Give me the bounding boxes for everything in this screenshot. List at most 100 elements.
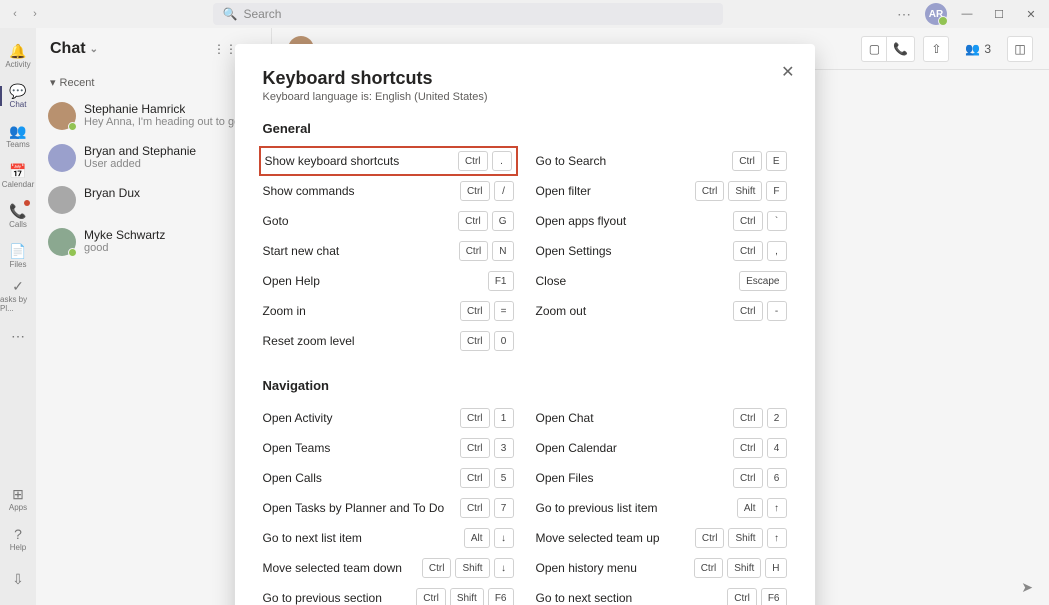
shortcut-row: Open Calls Ctrl5 <box>263 463 514 493</box>
keyboard-key: 7 <box>494 498 514 518</box>
keyboard-key: Shift <box>450 588 484 605</box>
keyboard-key: 4 <box>767 438 787 458</box>
shortcut-keys: Escape <box>739 271 786 291</box>
keyboard-key: G <box>492 211 514 231</box>
shortcut-row: Open ActivityCtrl1 <box>263 403 514 433</box>
keyboard-key: 3 <box>494 438 514 458</box>
shortcut-label: Open Tasks by Planner and To Do <box>263 501 445 515</box>
shortcut-row: Show commands Ctrl/ <box>263 176 514 206</box>
shortcut-row: CloseEscape <box>536 266 787 296</box>
keyboard-key: Ctrl <box>733 301 763 321</box>
keyboard-key: ↓ <box>494 558 514 578</box>
keyboard-key: F6 <box>488 588 514 605</box>
keyboard-key: F6 <box>761 588 787 605</box>
keyboard-key: Ctrl <box>422 558 452 578</box>
shortcut-row: Open Settings Ctrl, <box>536 236 787 266</box>
keyboard-key: Shift <box>727 558 761 578</box>
shortcut-row: Go to next list item Alt↓ <box>263 523 514 553</box>
shortcut-keys: CtrlF6 <box>727 588 786 605</box>
shortcut-keys: CtrlN <box>459 241 514 261</box>
keyboard-key: 6 <box>767 468 787 488</box>
keyboard-key: Shift <box>455 558 489 578</box>
keyboard-key: Ctrl <box>460 468 490 488</box>
keyboard-key: Escape <box>739 271 786 291</box>
shortcut-row: Open filterCtrlShiftF <box>536 176 787 206</box>
shortcut-keys: Ctrl0 <box>460 331 514 351</box>
shortcut-label: Go to Search <box>536 154 607 168</box>
keyboard-key: Alt <box>737 498 763 518</box>
modal-overlay: ✕ Keyboard shortcuts Keyboard language i… <box>0 0 1049 605</box>
shortcut-row: Go to Search CtrlE <box>536 146 787 176</box>
keyboard-key: Ctrl <box>733 211 763 231</box>
keyboard-key: Alt <box>464 528 490 548</box>
shortcut-row: Go to previous list item Alt↑ <box>536 493 787 523</box>
shortcut-label: Open Chat <box>536 411 594 425</box>
shortcut-row: Move selected team down CtrlShift↓ <box>263 553 514 583</box>
keyboard-key: / <box>494 181 514 201</box>
keyboard-key: N <box>492 241 513 261</box>
shortcut-label: Go to next list item <box>263 531 362 545</box>
shortcut-label: Zoom out <box>536 304 587 318</box>
shortcut-row: Show keyboard shortcuts Ctrl. <box>259 146 518 176</box>
shortcut-label: Open Help <box>263 274 320 288</box>
shortcut-keys: CtrlShiftF <box>695 181 787 201</box>
shortcut-row: Open HelpF1 <box>263 266 514 296</box>
shortcut-label: Go to previous section <box>263 591 382 605</box>
shortcut-label: Move selected team down <box>263 561 402 575</box>
shortcut-label: Start new chat <box>263 244 340 258</box>
keyboard-key: Ctrl <box>460 498 490 518</box>
shortcut-label: Show keyboard shortcuts <box>265 154 400 168</box>
keyboard-key: 5 <box>494 468 514 488</box>
shortcut-label: Open Settings <box>536 244 612 258</box>
shortcut-label: Open Files <box>536 471 594 485</box>
keyboard-key: Ctrl <box>460 181 490 201</box>
keyboard-key: Shift <box>728 181 762 201</box>
shortcut-label: Open Calls <box>263 471 322 485</box>
shortcut-keys: CtrlE <box>732 151 786 171</box>
shortcut-label: Open Calendar <box>536 441 617 455</box>
keyboard-key: . <box>492 151 512 171</box>
shortcut-keys: CtrlShiftH <box>694 558 787 578</box>
keyboard-key: Ctrl <box>460 301 490 321</box>
shortcut-label: Go to previous list item <box>536 501 658 515</box>
shortcut-label: Zoom in <box>263 304 306 318</box>
keyboard-key: Ctrl <box>733 408 763 428</box>
shortcut-label: Open Activity <box>263 411 333 425</box>
shortcut-row: Open Chat Ctrl2 <box>536 403 787 433</box>
keyboard-key: Ctrl <box>460 438 490 458</box>
shortcut-keys: Ctrl4 <box>733 438 787 458</box>
shortcut-keys: Ctrl5 <box>460 468 514 488</box>
keyboard-key: Ctrl <box>460 331 490 351</box>
shortcut-keys: Alt↓ <box>464 528 514 548</box>
keyboard-key: ` <box>767 211 787 231</box>
shortcut-label: Goto <box>263 214 289 228</box>
shortcut-row: Open Tasks by Planner and To Do Ctrl7 <box>263 493 514 523</box>
shortcut-keys: CtrlShift↑ <box>695 528 787 548</box>
keyboard-key: , <box>767 241 787 261</box>
shortcut-row: Goto CtrlG <box>263 206 514 236</box>
keyboard-key: Ctrl <box>458 211 488 231</box>
shortcut-keys: CtrlShift↓ <box>422 558 514 578</box>
shortcut-keys: Ctrl, <box>733 241 787 261</box>
shortcut-label: Show commands <box>263 184 355 198</box>
keyboard-key: = <box>494 301 514 321</box>
modal-subtitle: Keyboard language is: English (United St… <box>263 91 787 103</box>
keyboard-key: Ctrl <box>732 151 762 171</box>
shortcut-row: Zoom in Ctrl= <box>263 296 514 326</box>
keyboard-key: 0 <box>494 331 514 351</box>
shortcut-label: Go to next section <box>536 591 633 605</box>
keyboard-key: - <box>767 301 787 321</box>
shortcut-row: Open Teams Ctrl3 <box>263 433 514 463</box>
shortcut-label: Open Teams <box>263 441 331 455</box>
keyboard-key: 2 <box>767 408 787 428</box>
keyboard-key: Ctrl <box>460 408 490 428</box>
keyboard-key: Ctrl <box>733 438 763 458</box>
shortcut-label: Open history menu <box>536 561 637 575</box>
keyboard-key: Ctrl <box>458 151 488 171</box>
shortcut-row: Open FilesCtrl6 <box>536 463 787 493</box>
keyboard-key: Ctrl <box>694 558 724 578</box>
keyboard-key: F <box>766 181 786 201</box>
shortcut-keys: Ctrl- <box>733 301 787 321</box>
modal-close-button[interactable]: ✕ <box>781 62 794 82</box>
keyboard-key: ↑ <box>767 498 787 518</box>
